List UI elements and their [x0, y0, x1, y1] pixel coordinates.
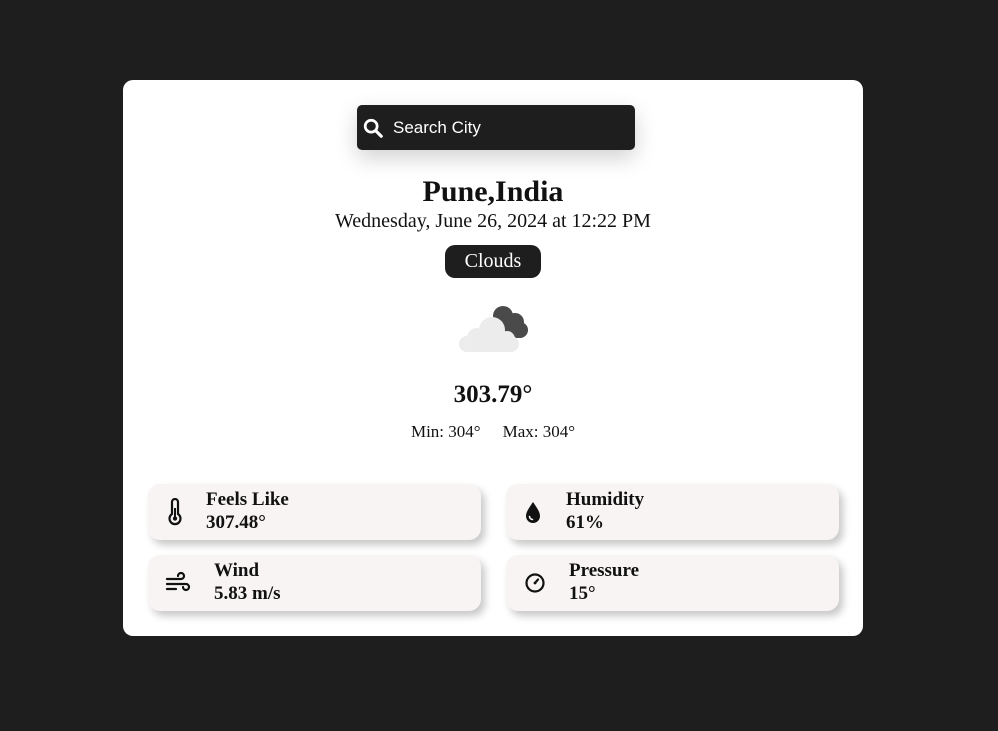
- thermometer-icon: [168, 498, 182, 526]
- wind-value: 5.83 m/s: [214, 583, 281, 604]
- temperature: 303.79°: [453, 381, 533, 408]
- pressure-tile: Pressure 15°: [506, 555, 839, 611]
- date-time: Wednesday, June 26, 2024 at 12:22 PM: [335, 210, 651, 232]
- min-temp: Min: 304°: [410, 422, 481, 441]
- gauge-icon: [525, 573, 545, 593]
- wind-label: Wind: [214, 560, 260, 581]
- min-max: Min: 304° Max: 304°: [123, 422, 863, 442]
- humidity-tile: Humidity 61%: [506, 484, 839, 540]
- humidity-label: Humidity: [566, 489, 645, 510]
- pressure-value: 15°: [569, 583, 596, 604]
- search-bar[interactable]: [357, 105, 635, 150]
- feels-like-tile: Feels Like 307.48°: [148, 484, 481, 540]
- feels-like-label: Feels Like: [206, 489, 289, 510]
- wind-tile: Wind 5.83 m/s: [148, 555, 481, 611]
- condition-badge: Clouds: [445, 245, 541, 278]
- search-input[interactable]: [393, 105, 629, 150]
- weather-card: Pune,India Wednesday, June 26, 2024 at 1…: [123, 80, 863, 636]
- wind-icon: [165, 571, 191, 592]
- water-drop-icon: [526, 502, 540, 523]
- feels-like-value: 307.48°: [206, 512, 266, 533]
- humidity-value: 61%: [566, 512, 604, 533]
- pressure-label: Pressure: [569, 560, 640, 581]
- clouds-icon: [459, 306, 528, 352]
- search-icon[interactable]: [362, 117, 384, 139]
- max-temp: Max: 304°: [502, 422, 576, 441]
- city-name: Pune,India: [422, 175, 564, 208]
